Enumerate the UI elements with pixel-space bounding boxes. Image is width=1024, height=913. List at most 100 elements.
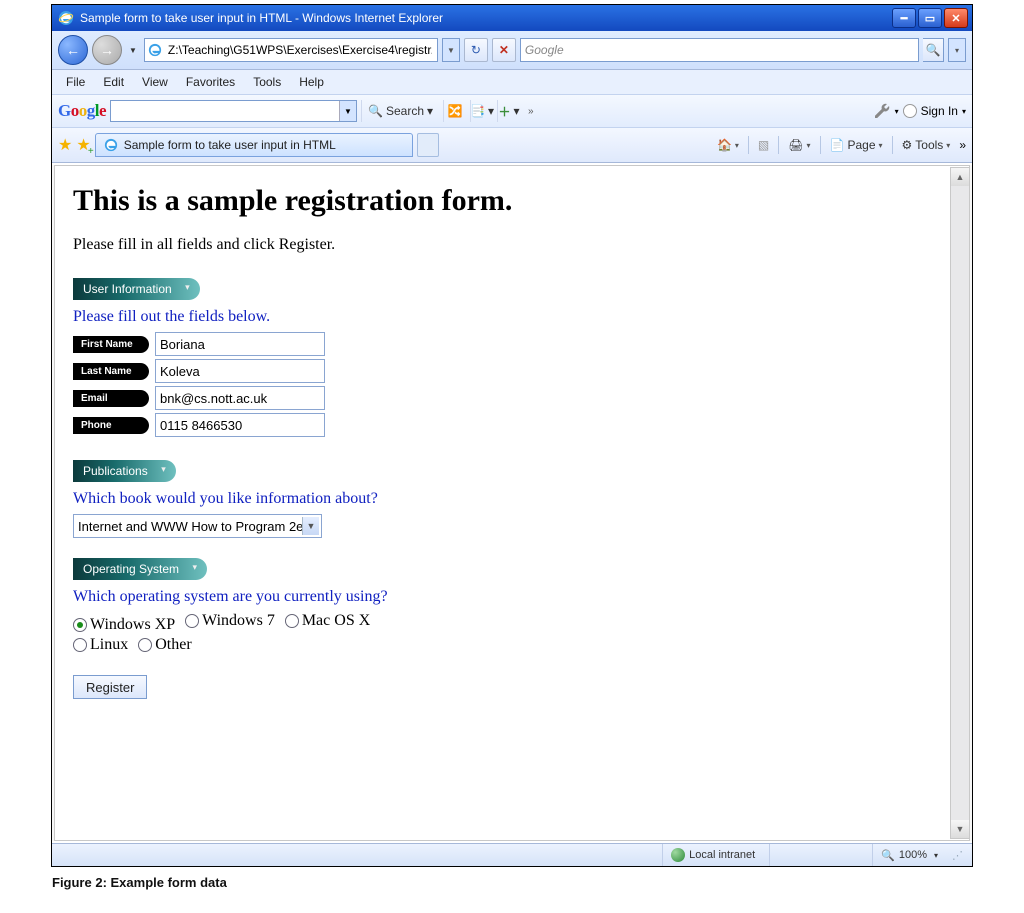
google-logo[interactable]: Google [58, 101, 106, 121]
window-title: Sample form to take user input in HTML -… [80, 11, 892, 25]
minimize-button[interactable]: ━ [892, 8, 916, 28]
zoom-control[interactable]: 🔍 100% ▾ [872, 844, 946, 866]
radio-mac-osx[interactable]: Mac OS X [285, 612, 370, 630]
menu-view[interactable]: View [134, 72, 176, 92]
favorites-star-icon[interactable]: ★ [58, 135, 72, 155]
google-search-input[interactable] [111, 104, 339, 118]
zoom-level: 100% [899, 849, 927, 861]
legend-publications: Publications [73, 460, 176, 482]
select-publication[interactable]: Internet and WWW How to Program 2e ▼ [73, 514, 322, 538]
search-provider-dropdown[interactable]: ▾ [948, 38, 966, 62]
input-phone[interactable] [155, 413, 325, 437]
vertical-scrollbar[interactable]: ▲ ▼ [950, 167, 970, 839]
page-ie-icon [148, 43, 162, 57]
page-icon: 📄 [830, 138, 845, 152]
status-zone: Local intranet [662, 844, 763, 866]
separator [778, 136, 779, 154]
legend-user-info: User Information [73, 278, 200, 300]
radio-windows-xp[interactable]: Windows XP [73, 616, 175, 634]
menu-tools[interactable]: Tools [245, 72, 289, 92]
google-toolbar: Google ▼ 🔍 Search ▾ 🔀 📑▾ ＋▾ » ▾ Sign In … [52, 95, 972, 128]
radio-windows-7[interactable]: Windows 7 [185, 612, 275, 630]
maximize-button[interactable]: ▭ [918, 8, 942, 28]
radio-linux[interactable]: Linux [73, 636, 128, 654]
add-favorites-icon[interactable]: ★+ [76, 135, 90, 155]
stop-button[interactable]: ✕ [492, 38, 516, 62]
print-button[interactable]: 🖨▾ [783, 138, 815, 152]
tab-0-label: Sample form to take user input in HTML [124, 138, 336, 152]
wrench-icon[interactable] [873, 102, 891, 120]
google-search-button[interactable]: 🔍 Search ▾ [361, 100, 439, 122]
home-icon: 🏠 [717, 138, 732, 152]
menu-edit[interactable]: Edit [95, 72, 132, 92]
input-last-name[interactable] [155, 359, 325, 383]
forward-button[interactable]: → [92, 35, 122, 65]
tab-0[interactable]: Sample form to take user input in HTML [95, 133, 413, 157]
page-menu-label: Page [847, 138, 875, 152]
publications-question: Which book would you like information ab… [73, 490, 951, 508]
scroll-down-icon[interactable]: ▼ [951, 820, 969, 838]
google-sidewiki-button[interactable]: 📑▾ [470, 100, 493, 122]
signin-status-icon [903, 104, 917, 118]
page-menu-button[interactable]: 📄Page▾ [825, 138, 888, 152]
figure-caption: Figure 2: Example form data [52, 875, 972, 890]
google-search-dropdown[interactable]: ▼ [339, 101, 356, 121]
nav-history-dropdown[interactable]: ▼ [126, 46, 140, 55]
new-tab-button[interactable] [417, 133, 439, 157]
register-button[interactable]: Register [73, 675, 147, 699]
menu-file[interactable]: File [58, 72, 93, 92]
address-dropdown[interactable]: ▼ [442, 38, 460, 62]
refresh-button[interactable]: ↻ [464, 38, 488, 62]
menu-favorites[interactable]: Favorites [178, 72, 243, 92]
status-zone-label: Local intranet [689, 849, 755, 861]
zoom-icon: 🔍 [881, 849, 895, 862]
google-search-box[interactable]: ▼ [110, 100, 357, 122]
os-radio-row-1: Windows XP Windows 7 Mac OS X [73, 612, 951, 634]
page-heading: This is a sample registration form. [73, 184, 951, 218]
home-button[interactable]: 🏠▾ [712, 138, 744, 152]
sidewiki-icon: 📑 [470, 104, 485, 118]
radio-icon-selected [73, 618, 87, 632]
back-button[interactable]: ← [58, 35, 88, 65]
legend-os: Operating System [73, 558, 207, 580]
feeds-button[interactable]: ▧ [753, 138, 774, 152]
chevron-down-icon: ▼ [307, 521, 316, 531]
browser-search-box[interactable]: Google [520, 38, 919, 62]
radio-other[interactable]: Other [138, 636, 191, 654]
content-area: This is a sample registration form. Plea… [52, 165, 972, 841]
signin-dropdown[interactable]: ▾ [962, 107, 966, 116]
page-intro: Please fill in all fields and click Regi… [73, 236, 951, 254]
google-share-button[interactable]: 🔀 [443, 100, 466, 122]
status-bar: Local intranet 🔍 100% ▾ ⋰ [52, 843, 972, 866]
radio-icon [285, 614, 299, 628]
search-placeholder-text: Google [525, 43, 564, 57]
resize-grip-icon[interactable]: ⋰ [952, 849, 966, 862]
google-toolbar-more[interactable]: » [524, 106, 538, 117]
separator [748, 136, 749, 154]
search-icon: 🔍 [368, 104, 383, 118]
tab-bar: ★ ★+ Sample form to take user input in H… [52, 128, 972, 163]
radio-icon [73, 638, 87, 652]
separator [820, 136, 821, 154]
label-first-name: First Name [73, 336, 149, 353]
signin-button[interactable]: Sign In [921, 104, 958, 118]
window-titlebar: Sample form to take user input in HTML -… [52, 5, 972, 31]
wrench-dropdown[interactable]: ▾ [895, 107, 899, 116]
select-publication-value: Internet and WWW How to Program 2e [78, 519, 303, 534]
scroll-up-icon[interactable]: ▲ [951, 168, 969, 186]
address-input[interactable] [166, 42, 434, 58]
menu-help[interactable]: Help [291, 72, 332, 92]
google-plus-button[interactable]: ＋▾ [497, 100, 520, 122]
os-question: Which operating system are you currently… [73, 588, 951, 606]
menu-bar: File Edit View Favorites Tools Help [52, 70, 972, 95]
command-bar-more[interactable]: » [959, 138, 966, 152]
tools-menu-button[interactable]: ⚙Tools▾ [897, 138, 956, 152]
address-bar[interactable] [144, 38, 438, 62]
chevron-down-icon: ▾ [934, 851, 938, 860]
input-email[interactable] [155, 386, 325, 410]
search-go-button[interactable]: 🔍 [923, 38, 944, 62]
input-first-name[interactable] [155, 332, 325, 356]
user-info-hint: Please fill out the fields below. [73, 308, 951, 326]
scroll-track[interactable] [951, 186, 969, 820]
close-button[interactable]: ✕ [944, 8, 968, 28]
